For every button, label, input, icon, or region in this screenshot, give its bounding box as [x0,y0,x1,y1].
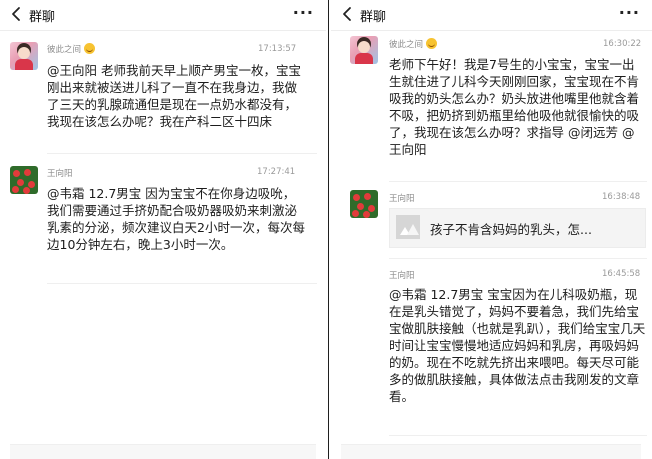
message-time: 16:30:22 [603,39,642,49]
message-time: 16:38:48 [602,192,641,202]
more-options-icon[interactable]: ··· [293,3,314,22]
avatar[interactable] [350,36,378,64]
message-text: 老师下午好！我是7号生的小宝宝，宝宝一出生就住进了儿科今天刚刚回家，宝宝现在不肯… [389,57,640,157]
message-time: 16:45:58 [602,269,641,279]
message-time: 17:27:41 [257,167,296,177]
avatar[interactable] [350,190,378,218]
article-link-card[interactable]: 孩子不肯含妈妈的乳头，怎... [389,208,646,248]
back-arrow-icon[interactable] [8,5,26,23]
more-options-icon[interactable]: ··· [619,3,640,22]
avatar[interactable] [10,42,38,70]
article-link-title: 孩子不肯含妈妈的乳头，怎... [430,222,592,237]
message-sender: 彼此之间 [389,38,438,50]
avatar[interactable] [10,166,38,194]
message-divider [389,181,647,182]
left-chat-screen: 群聊 ··· 彼此之间 17:13:57 @王向阳 老师我前天早上顺产男宝一枚，… [0,0,326,459]
message-sender: 彼此之间 [47,43,96,55]
panel-divider [328,0,329,459]
top-bar: 群聊 ··· [331,0,652,31]
message-time: 17:13:57 [258,44,297,54]
bottom-bar [10,444,316,459]
back-arrow-icon[interactable] [339,5,357,23]
message-sender: 王向阳 [47,169,73,179]
smile-emoji-icon [84,43,96,54]
message-divider [389,435,647,436]
top-bar: 群聊 ··· [0,0,326,31]
image-placeholder-icon [396,215,420,239]
message-text: @韦霜 12.7男宝 宝宝因为在儿科吸奶瓶，现在是乳头错觉了，妈妈不要着急，我们… [389,287,646,404]
chat-title: 群聊 [360,10,387,25]
bottom-bar [341,444,641,459]
message-text: @王向阳 老师我前天早上顺产男宝一枚，宝宝刚出来就被送进儿科了一直不在我身边，我… [47,63,301,129]
message-sender: 王向阳 [389,194,415,204]
message-divider [47,283,317,284]
message-divider [47,153,317,154]
message-text: @韦霜 12.7男宝 因为宝宝不在你身边吸吮，我们需要通过手挤奶配合吸奶器吸奶来… [47,186,305,252]
smile-emoji-icon [426,38,438,49]
chat-title: 群聊 [29,10,56,25]
message-sender: 王向阳 [389,271,415,281]
message-divider [389,258,647,259]
